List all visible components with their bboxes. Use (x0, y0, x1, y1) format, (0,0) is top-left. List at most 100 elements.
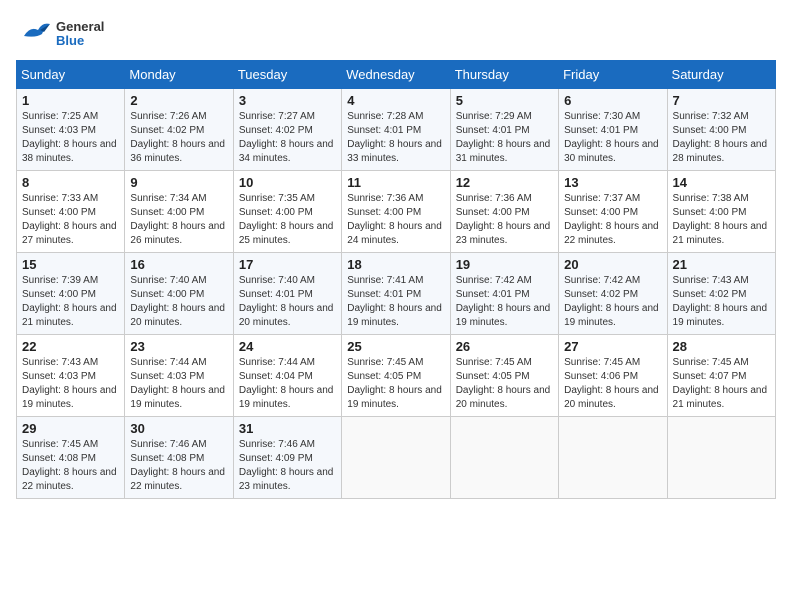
calendar-day-cell: 26 Sunrise: 7:45 AMSunset: 4:05 PMDayligh… (450, 335, 558, 417)
calendar-day-cell: 19 Sunrise: 7:42 AMSunset: 4:01 PMDayligh… (450, 253, 558, 335)
calendar-day-cell: 29Sunrise: 7:45 AMSunset: 4:08 PMDayligh… (17, 417, 125, 499)
day-detail: Sunrise: 7:36 AMSunset: 4:00 PMDaylight:… (456, 192, 553, 248)
calendar-day-cell: 5 Sunrise: 7:29 AMSunset: 4:01 PMDaylight… (450, 89, 558, 171)
day-detail: Sunrise: 7:45 AMSunset: 4:05 PMDaylight:… (347, 356, 444, 412)
calendar-day-cell: 8 Sunrise: 7:33 AMSunset: 4:00 PMDaylight… (17, 171, 125, 253)
day-detail: Sunrise: 7:43 AMSunset: 4:03 PMDaylight:… (22, 356, 119, 412)
calendar-day-cell: 14 Sunrise: 7:38 AMSunset: 4:00 PMDayligh… (667, 171, 775, 253)
calendar-day-cell: 4 Sunrise: 7:28 AMSunset: 4:01 PMDaylight… (342, 89, 450, 171)
calendar-day-cell: 27 Sunrise: 7:45 AMSunset: 4:06 PMDayligh… (559, 335, 667, 417)
day-detail: Sunrise: 7:39 AMSunset: 4:00 PMDaylight:… (22, 274, 119, 330)
day-number: 25 (347, 339, 444, 354)
day-number: 8 (22, 175, 119, 190)
day-number: 16 (130, 257, 227, 272)
day-number: 21 (673, 257, 770, 272)
calendar-day-cell: 21 Sunrise: 7:43 AMSunset: 4:02 PMDayligh… (667, 253, 775, 335)
calendar-day-cell: 20 Sunrise: 7:42 AMSunset: 4:02 PMDayligh… (559, 253, 667, 335)
day-detail: Sunrise: 7:27 AMSunset: 4:02 PMDaylight:… (239, 110, 336, 166)
calendar-day-cell: 25 Sunrise: 7:45 AMSunset: 4:05 PMDayligh… (342, 335, 450, 417)
day-number: 3 (239, 93, 336, 108)
calendar-day-cell: 24 Sunrise: 7:44 AMSunset: 4:04 PMDayligh… (233, 335, 341, 417)
calendar-day-cell: 1 Sunrise: 7:25 AMSunset: 4:03 PMDaylight… (17, 89, 125, 171)
calendar-day-cell: 16 Sunrise: 7:40 AMSunset: 4:00 PMDayligh… (125, 253, 233, 335)
weekday-header: Friday (559, 61, 667, 89)
day-detail: Sunrise: 7:32 AMSunset: 4:00 PMDaylight:… (673, 110, 770, 166)
calendar-day-cell: 30 Sunrise: 7:46 AMSunset: 4:08 PMDayligh… (125, 417, 233, 499)
calendar-body: 1 Sunrise: 7:25 AMSunset: 4:03 PMDaylight… (17, 89, 776, 499)
day-number: 26 (456, 339, 553, 354)
day-detail: Sunrise: 7:40 AMSunset: 4:00 PMDaylight:… (130, 274, 227, 330)
day-number: 30 (130, 421, 227, 436)
calendar-day-cell: 23Sunrise: 7:44 AMSunset: 4:03 PMDayligh… (125, 335, 233, 417)
calendar-day-cell: 10Sunrise: 7:35 AMSunset: 4:00 PMDayligh… (233, 171, 341, 253)
day-detail: Sunrise: 7:25 AMSunset: 4:03 PMDaylight:… (22, 110, 119, 166)
weekday-header: Sunday (17, 61, 125, 89)
day-detail: Sunrise: 7:30 AMSunset: 4:01 PMDaylight:… (564, 110, 661, 166)
calendar-day-cell: 28 Sunrise: 7:45 AMSunset: 4:07 PMDayligh… (667, 335, 775, 417)
day-detail: Sunrise: 7:28 AMSunset: 4:01 PMDaylight:… (347, 110, 444, 166)
weekday-header: Saturday (667, 61, 775, 89)
calendar-day-cell: 9 Sunrise: 7:34 AMSunset: 4:00 PMDaylight… (125, 171, 233, 253)
day-detail: Sunrise: 7:45 AMSunset: 4:07 PMDaylight:… (673, 356, 770, 412)
day-detail: Sunrise: 7:38 AMSunset: 4:00 PMDaylight:… (673, 192, 770, 248)
day-detail: Sunrise: 7:40 AMSunset: 4:01 PMDaylight:… (239, 274, 336, 330)
day-number: 12 (456, 175, 553, 190)
day-number: 19 (456, 257, 553, 272)
day-number: 10 (239, 175, 336, 190)
day-number: 20 (564, 257, 661, 272)
day-number: 6 (564, 93, 661, 108)
day-detail: Sunrise: 7:42 AMSunset: 4:02 PMDaylight:… (564, 274, 661, 330)
day-number: 24 (239, 339, 336, 354)
day-detail: Sunrise: 7:33 AMSunset: 4:00 PMDaylight:… (22, 192, 119, 248)
day-detail: Sunrise: 7:45 AMSunset: 4:05 PMDaylight:… (456, 356, 553, 412)
calendar-header: SundayMondayTuesdayWednesdayThursdayFrid… (17, 61, 776, 89)
day-detail: Sunrise: 7:26 AMSunset: 4:02 PMDaylight:… (130, 110, 227, 166)
calendar-day-cell: 2 Sunrise: 7:26 AMSunset: 4:02 PMDaylight… (125, 89, 233, 171)
day-number: 18 (347, 257, 444, 272)
day-detail: Sunrise: 7:44 AMSunset: 4:04 PMDaylight:… (239, 356, 336, 412)
calendar-week-row: 22 Sunrise: 7:43 AMSunset: 4:03 PMDayligh… (17, 335, 776, 417)
day-detail: Sunrise: 7:42 AMSunset: 4:01 PMDaylight:… (456, 274, 553, 330)
calendar-day-cell: 7 Sunrise: 7:32 AMSunset: 4:00 PMDaylight… (667, 89, 775, 171)
calendar-week-row: 29Sunrise: 7:45 AMSunset: 4:08 PMDayligh… (17, 417, 776, 499)
calendar-day-cell: 11 Sunrise: 7:36 AMSunset: 4:00 PMDayligh… (342, 171, 450, 253)
calendar-week-row: 15Sunrise: 7:39 AMSunset: 4:00 PMDayligh… (17, 253, 776, 335)
day-number: 22 (22, 339, 119, 354)
day-detail: Sunrise: 7:29 AMSunset: 4:01 PMDaylight:… (456, 110, 553, 166)
weekday-header: Wednesday (342, 61, 450, 89)
day-number: 5 (456, 93, 553, 108)
calendar-day-cell (667, 417, 775, 499)
day-number: 31 (239, 421, 336, 436)
calendar-day-cell: 18 Sunrise: 7:41 AMSunset: 4:01 PMDayligh… (342, 253, 450, 335)
weekday-header: Thursday (450, 61, 558, 89)
calendar-day-cell: 31Sunrise: 7:46 AMSunset: 4:09 PMDayligh… (233, 417, 341, 499)
calendar-day-cell (342, 417, 450, 499)
day-number: 14 (673, 175, 770, 190)
weekday-header: Monday (125, 61, 233, 89)
calendar-day-cell: 13Sunrise: 7:37 AMSunset: 4:00 PMDayligh… (559, 171, 667, 253)
day-number: 7 (673, 93, 770, 108)
day-number: 11 (347, 175, 444, 190)
day-detail: Sunrise: 7:34 AMSunset: 4:00 PMDaylight:… (130, 192, 227, 248)
day-number: 9 (130, 175, 227, 190)
day-detail: Sunrise: 7:41 AMSunset: 4:01 PMDaylight:… (347, 274, 444, 330)
calendar-day-cell: 12 Sunrise: 7:36 AMSunset: 4:00 PMDayligh… (450, 171, 558, 253)
day-number: 1 (22, 93, 119, 108)
day-detail: Sunrise: 7:43 AMSunset: 4:02 PMDaylight:… (673, 274, 770, 330)
logo-text-block: General Blue (56, 20, 104, 49)
day-number: 2 (130, 93, 227, 108)
calendar-day-cell: 3 Sunrise: 7:27 AMSunset: 4:02 PMDaylight… (233, 89, 341, 171)
day-detail: Sunrise: 7:36 AMSunset: 4:00 PMDaylight:… (347, 192, 444, 248)
day-detail: Sunrise: 7:45 AMSunset: 4:06 PMDaylight:… (564, 356, 661, 412)
calendar-table: SundayMondayTuesdayWednesdayThursdayFrid… (16, 60, 776, 499)
calendar-day-cell (450, 417, 558, 499)
day-number: 27 (564, 339, 661, 354)
day-number: 4 (347, 93, 444, 108)
day-detail: Sunrise: 7:44 AMSunset: 4:03 PMDaylight:… (130, 356, 227, 412)
day-number: 13 (564, 175, 661, 190)
day-detail: Sunrise: 7:45 AMSunset: 4:08 PMDaylight:… (22, 438, 119, 494)
day-detail: Sunrise: 7:46 AMSunset: 4:08 PMDaylight:… (130, 438, 227, 494)
logo-blue-text: Blue (56, 34, 104, 48)
day-number: 28 (673, 339, 770, 354)
calendar-week-row: 1 Sunrise: 7:25 AMSunset: 4:03 PMDaylight… (17, 89, 776, 171)
